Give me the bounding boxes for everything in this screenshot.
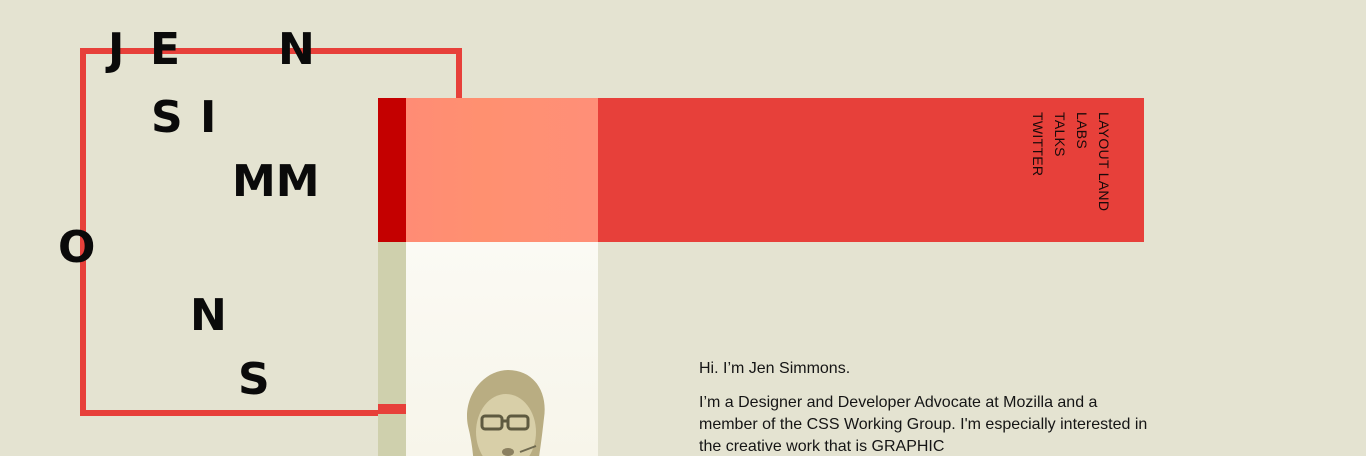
main-nav: LAYOUT LAND LABS TALKS TWITTER [1022,112,1112,242]
page: J E N S I MM O N S LAYOUT LAND LABS TALK… [0,0,1366,456]
light-red-block [406,98,598,242]
intro-section: Hi. I’m Jen Simmons. I’m a Designer and … [699,358,1149,456]
intro-bio: I’m a Designer and Developer Advocate at… [699,394,1148,455]
logo-link[interactable] [50,20,340,410]
olive-strip [378,242,406,456]
red-accent [378,404,406,414]
nav-link-twitter[interactable]: TWITTER [1030,112,1046,242]
nav-link-labs[interactable]: LABS [1074,112,1090,242]
photo-column [406,242,598,456]
nav-link-talks[interactable]: TALKS [1052,112,1068,242]
dark-red-strip [378,98,406,242]
nav-link-layout-land[interactable]: LAYOUT LAND [1096,112,1112,242]
person-photo-icon [467,370,545,456]
intro-greeting: Hi. I’m Jen Simmons. [699,360,851,377]
